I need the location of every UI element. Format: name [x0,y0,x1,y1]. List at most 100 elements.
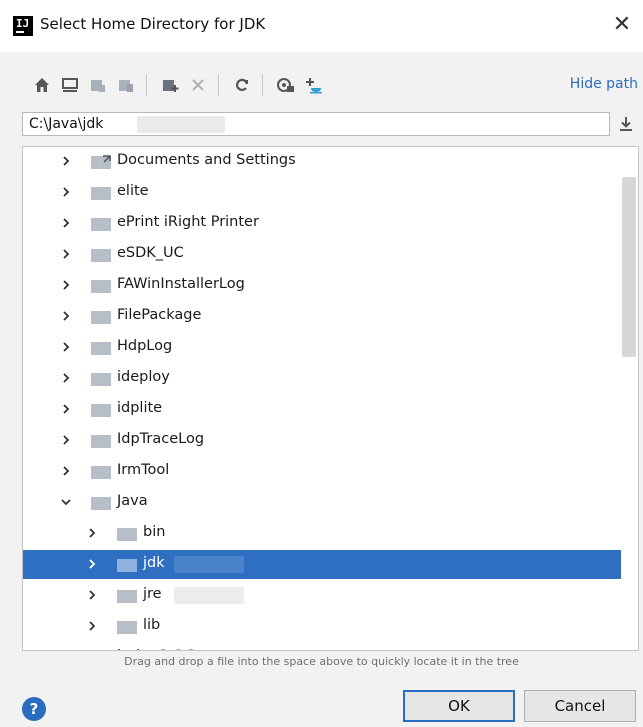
folder-icon [91,247,111,262]
tree-row[interactable]: jdk [23,550,621,579]
tree-row-label: ePrint iRight Printer [117,214,259,230]
show-hidden-button[interactable] [274,68,298,102]
tree-row[interactable]: FilePackage [23,302,621,331]
tree-row-label: FilePackage [117,307,202,323]
tree-row-label: Java [117,493,148,509]
folder-icon [117,526,137,541]
tree-row[interactable]: HdpLog [23,333,621,362]
path-row [22,112,638,138]
help-button[interactable]: ? [22,697,46,721]
delete-button[interactable] [186,68,210,102]
tree-row[interactable]: jre [23,581,621,610]
chevron-right-icon[interactable] [59,216,73,230]
dialog-title: Select Home Directory for JDK [40,15,266,33]
chevron-right-icon[interactable] [59,433,73,447]
home-button[interactable] [30,68,54,102]
file-chooser-toolbar: Hide path [0,68,643,102]
redacted-region [174,556,244,573]
project-folder-icon [91,80,105,92]
chevron-right-icon[interactable] [59,650,73,651]
tree-row-label: IdpTraceLog [117,431,205,447]
chevron-right-icon[interactable] [59,278,73,292]
tree-row[interactable]: IdpTraceLog [23,426,621,455]
tree-row[interactable]: Java [23,488,621,517]
tree-row-label: jdk [143,555,165,571]
folder-icon [91,433,111,448]
new-folder-button[interactable] [158,68,182,102]
chevron-right-icon[interactable] [85,526,99,540]
tree-row[interactable]: idplite [23,395,621,424]
new-folder-icon [163,80,179,92]
drag-drop-hint: Drag and drop a file into the space abov… [124,655,519,668]
chevron-right-icon[interactable] [85,557,99,571]
tree-row-label: eSDK_UC [117,245,184,261]
project-folder-button[interactable] [86,68,110,102]
redacted-region [137,116,225,133]
home-icon [35,78,49,92]
hide-path-link[interactable]: Hide path [570,76,638,92]
tree-row-label: HdpLog [117,338,173,354]
chevron-right-icon[interactable] [59,402,73,416]
tree-row[interactable]: bin [23,519,621,548]
chevron-right-icon[interactable] [59,154,73,168]
ok-button[interactable]: OK [403,690,515,722]
chevron-right-icon[interactable] [85,588,99,602]
redacted-region [174,587,244,604]
chevron-right-icon[interactable] [59,309,73,323]
tree-row-label: bin [143,524,166,540]
refresh-button[interactable] [230,68,254,102]
folder-icon [117,557,137,572]
folder-icon [91,216,111,231]
tree-row[interactable]: IrmTool [23,457,621,486]
folder-icon [91,464,111,479]
directory-tree[interactable]: Documents and Settings elite ePrint iRight… [22,146,639,651]
download-icon [620,117,632,131]
tree-row[interactable]: ideploy [23,364,621,393]
tree-row-label: FAWinInstallerLog [117,276,245,292]
folder-icon [91,340,111,355]
folder-icon [91,278,111,293]
app-logo-icon: IJ [13,16,33,36]
chevron-right-icon[interactable] [59,464,73,478]
chevron-right-icon[interactable] [85,619,99,633]
tree-row-label: lib [143,617,161,633]
download-button[interactable] [615,112,637,136]
chevron-right-icon[interactable] [59,371,73,385]
folder-icon [117,619,137,634]
tree-row[interactable]: FAWinInstallerLog [23,271,621,300]
folder-icon [91,650,111,651]
folder-icon [91,185,111,200]
path-input[interactable] [22,112,610,136]
tree-row[interactable]: Documents and Settings [23,147,621,176]
tree-row-label: elite [117,183,149,199]
chevron-right-icon[interactable] [59,185,73,199]
tree-row[interactable]: jruby-1.6.8 [23,643,621,651]
tree-row[interactable]: eSDK_UC [23,240,621,269]
folder-icon [91,402,111,417]
show-hidden-icon [277,78,294,92]
toolbar-separator [146,74,147,96]
folder-icon [91,495,111,510]
desktop-button[interactable] [58,68,82,102]
desktop-icon [62,78,78,92]
tree-row[interactable]: lib [23,612,621,641]
tree-row-label: IrmTool [117,462,170,478]
tree-row-label: Documents and Settings [117,152,296,168]
tree-scrollbar[interactable] [622,177,636,357]
chevron-right-icon[interactable] [59,247,73,261]
close-button[interactable]: ✕ [607,10,637,40]
tree-row-label: ideploy [117,369,170,385]
refresh-icon [235,78,249,91]
tree-row[interactable]: ePrint iRight Printer [23,209,621,238]
tree-row-label: idplite [117,400,163,416]
add-jdk-button[interactable] [302,68,326,102]
chevron-right-icon[interactable] [59,340,73,354]
toolbar-separator [218,74,219,96]
chevron-down-icon[interactable] [59,495,73,509]
add-jdk-icon [306,78,322,94]
tree-row[interactable]: elite [23,178,621,207]
tree-row-label: jre [143,586,162,602]
cancel-button[interactable]: Cancel [524,690,636,722]
delete-icon [192,79,204,91]
module-folder-button[interactable] [114,68,138,102]
